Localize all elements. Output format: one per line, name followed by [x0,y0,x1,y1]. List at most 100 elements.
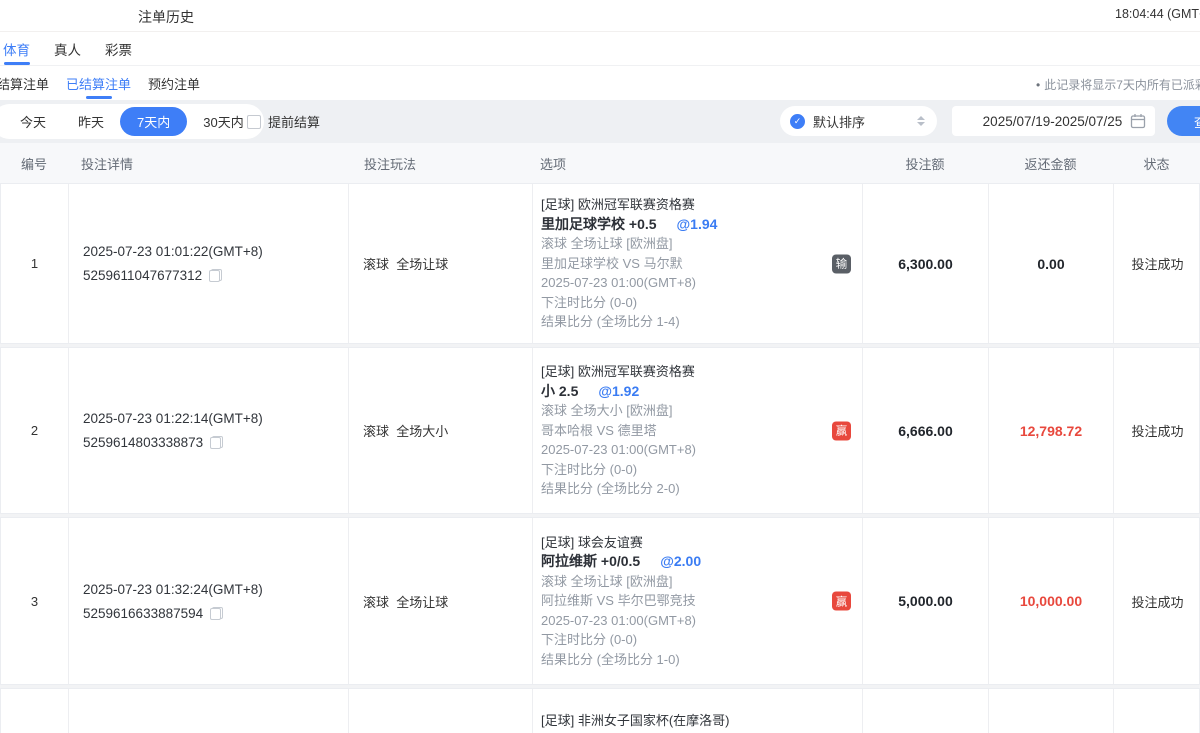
bet-id: 5259616633887594 [83,606,203,621]
sort-arrows-icon [917,116,925,126]
return-amount: 10,000.00 [989,518,1114,684]
bet-status [1114,689,1200,733]
bet-play: 滚球 全场让球 [349,184,533,343]
bet-time: 2025-07-23 01:01:22(GMT+8) [83,244,348,259]
selection-name: 里加足球学校 +0.5 [541,216,657,232]
match-teams: 哥本哈根 VS 德里塔 [541,421,862,441]
early-settle-label: 提前结算 [268,112,320,131]
result-badge: 输 [832,254,851,273]
bet-status: 投注成功 [1114,518,1200,684]
match-time: 2025-07-23 01:00(GMT+8) [541,611,862,631]
row-number: 1 [1,184,69,343]
bet-score: 下注时比分 (0-0) [541,460,862,480]
odds-value: @2.00 [660,553,701,569]
col-header-return: 返还金额 [988,154,1113,173]
odds-value: @1.94 [677,216,718,232]
col-header-option: 选项 [532,154,862,173]
bet-score: 下注时比分 (0-0) [541,630,862,650]
row-number [1,689,69,733]
early-settle-checkbox[interactable] [247,115,261,129]
result-badge: 赢 [832,421,851,440]
result-score: 结果比分 (全场比分 1-4) [541,312,862,332]
stake-amount: 5,000.00 [863,518,989,684]
bet-play: 滚球 全场大小 [349,348,533,513]
table-body: 1 2025-07-23 01:01:22(GMT+8) 52596110476… [0,183,1200,733]
result-score: 结果比分 (全场比分 2-0) [541,479,862,499]
bet-time: 2025-07-23 01:22:14(GMT+8) [83,411,348,426]
odds-value: @1.92 [598,383,639,399]
tab-sports[interactable]: 体育 [3,32,30,65]
selection-name: 阿拉维斯 +0/0.5 [541,553,640,569]
range-yesterday-button[interactable]: 昨天 [62,104,120,139]
search-button[interactable]: 查询 [1167,106,1200,136]
table-row: 1 2025-07-23 01:01:22(GMT+8) 52596110476… [0,183,1200,344]
league-name: [足球] 非洲女子国家杯(在摩洛哥) [541,711,862,731]
copy-icon[interactable] [210,436,223,449]
col-header-status: 状态 [1113,154,1200,173]
date-range-value: 2025/07/19-2025/07/25 [983,114,1123,129]
market-type: 滚球 全场大小 [欧洲盘] [541,401,862,421]
col-header-no: 编号 [0,154,68,173]
record-notice: •此记录将显示7天内所有已派彩的 [1036,76,1200,93]
match-time: 2025-07-23 01:00(GMT+8) [541,273,862,293]
table-header: 编号 投注详情 投注玩法 选项 投注额 返还金额 状态 [0,143,1200,183]
league-name: [足球] 球会友谊赛 [541,533,862,553]
result-badge: 赢 [832,592,851,611]
page-title: 注单历史 [138,7,194,27]
return-amount: 12,798.72 [989,348,1114,513]
range-7days-button[interactable]: 7天内 [120,107,187,136]
range-today-button[interactable]: 今天 [4,104,62,139]
server-time: 18:04:44 (GMT+8) [1115,7,1200,21]
match-teams: 里加足球学校 VS 马尔默 [541,254,862,274]
top-bar: 注单历史 18:04:44 (GMT+8) [0,0,1200,32]
bet-score: 下注时比分 (0-0) [541,293,862,313]
tab-live[interactable]: 真人 [54,32,81,65]
filter-bar: 今天 昨天 7天内 30天内 提前结算 ✓ 默认排序 2025/07/19-20… [0,100,1200,143]
stake-amount: 6,300.00 [863,184,989,343]
bet-id: 5259611047677312 [83,268,202,283]
league-name: [足球] 欧洲冠军联赛资格赛 [541,362,862,382]
result-score: 结果比分 (全场比分 1-0) [541,650,862,670]
bet-id: 5259614803338873 [83,435,203,450]
match-teams: 阿拉维斯 VS 毕尔巴鄂竞技 [541,591,862,611]
sort-select[interactable]: ✓ 默认排序 [780,106,937,136]
stake-amount: 6,666.00 [863,348,989,513]
date-range-input[interactable]: 2025/07/19-2025/07/25 [952,106,1155,136]
stake-amount [863,689,989,733]
market-type: 滚球 全场让球 [欧洲盘] [541,572,862,592]
bet-status: 投注成功 [1114,184,1200,343]
copy-icon[interactable] [209,269,222,282]
selection-name: 小 2.5 [541,383,578,399]
col-header-stake: 投注额 [862,154,988,173]
row-number: 3 [1,518,69,684]
market-type: 滚球 全场让球 [欧洲盘] [541,234,862,254]
bet-time: 2025-07-23 01:32:24(GMT+8) [83,582,348,597]
check-circle-icon: ✓ [790,114,805,129]
sort-selected-value: 默认排序 [813,112,865,131]
return-amount: 0.00 [989,184,1114,343]
main-tabs: 体育 真人 彩票 [0,32,1200,66]
bet-history-page: 注单历史 18:04:44 (GMT+8) 体育 真人 彩票 未结算注单 已结算… [0,0,1200,733]
table-row: 3 2025-07-23 01:32:24(GMT+8) 52596166338… [0,517,1200,685]
league-name: [足球] 欧洲冠军联赛资格赛 [541,195,862,215]
bullet-icon: • [1036,78,1040,92]
bet-status: 投注成功 [1114,348,1200,513]
subtab-unsettled[interactable]: 未结算注单 [0,66,49,100]
bet-play [349,689,533,733]
table-row: 2 2025-07-23 01:22:14(GMT+8) 52596148033… [0,347,1200,514]
col-header-play: 投注玩法 [348,154,532,173]
bet-play: 滚球 全场让球 [349,518,533,684]
tab-lottery[interactable]: 彩票 [105,32,132,65]
col-header-detail: 投注详情 [68,154,348,173]
return-amount [989,689,1114,733]
sub-tabs: 未结算注单 已结算注单 预约注单 •此记录将显示7天内所有已派彩的 [0,66,1200,100]
copy-icon[interactable] [210,607,223,620]
calendar-icon [1130,113,1146,129]
row-number: 2 [1,348,69,513]
subtab-settled[interactable]: 已结算注单 [66,66,131,100]
table-row: [足球] 非洲女子国家杯(在摩洛哥) [0,688,1200,733]
match-time: 2025-07-23 01:00(GMT+8) [541,440,862,460]
subtab-reserved[interactable]: 预约注单 [148,66,200,100]
early-settle-toggle[interactable]: 提前结算 [247,100,320,143]
date-range-group: 今天 昨天 7天内 30天内 [0,104,264,139]
